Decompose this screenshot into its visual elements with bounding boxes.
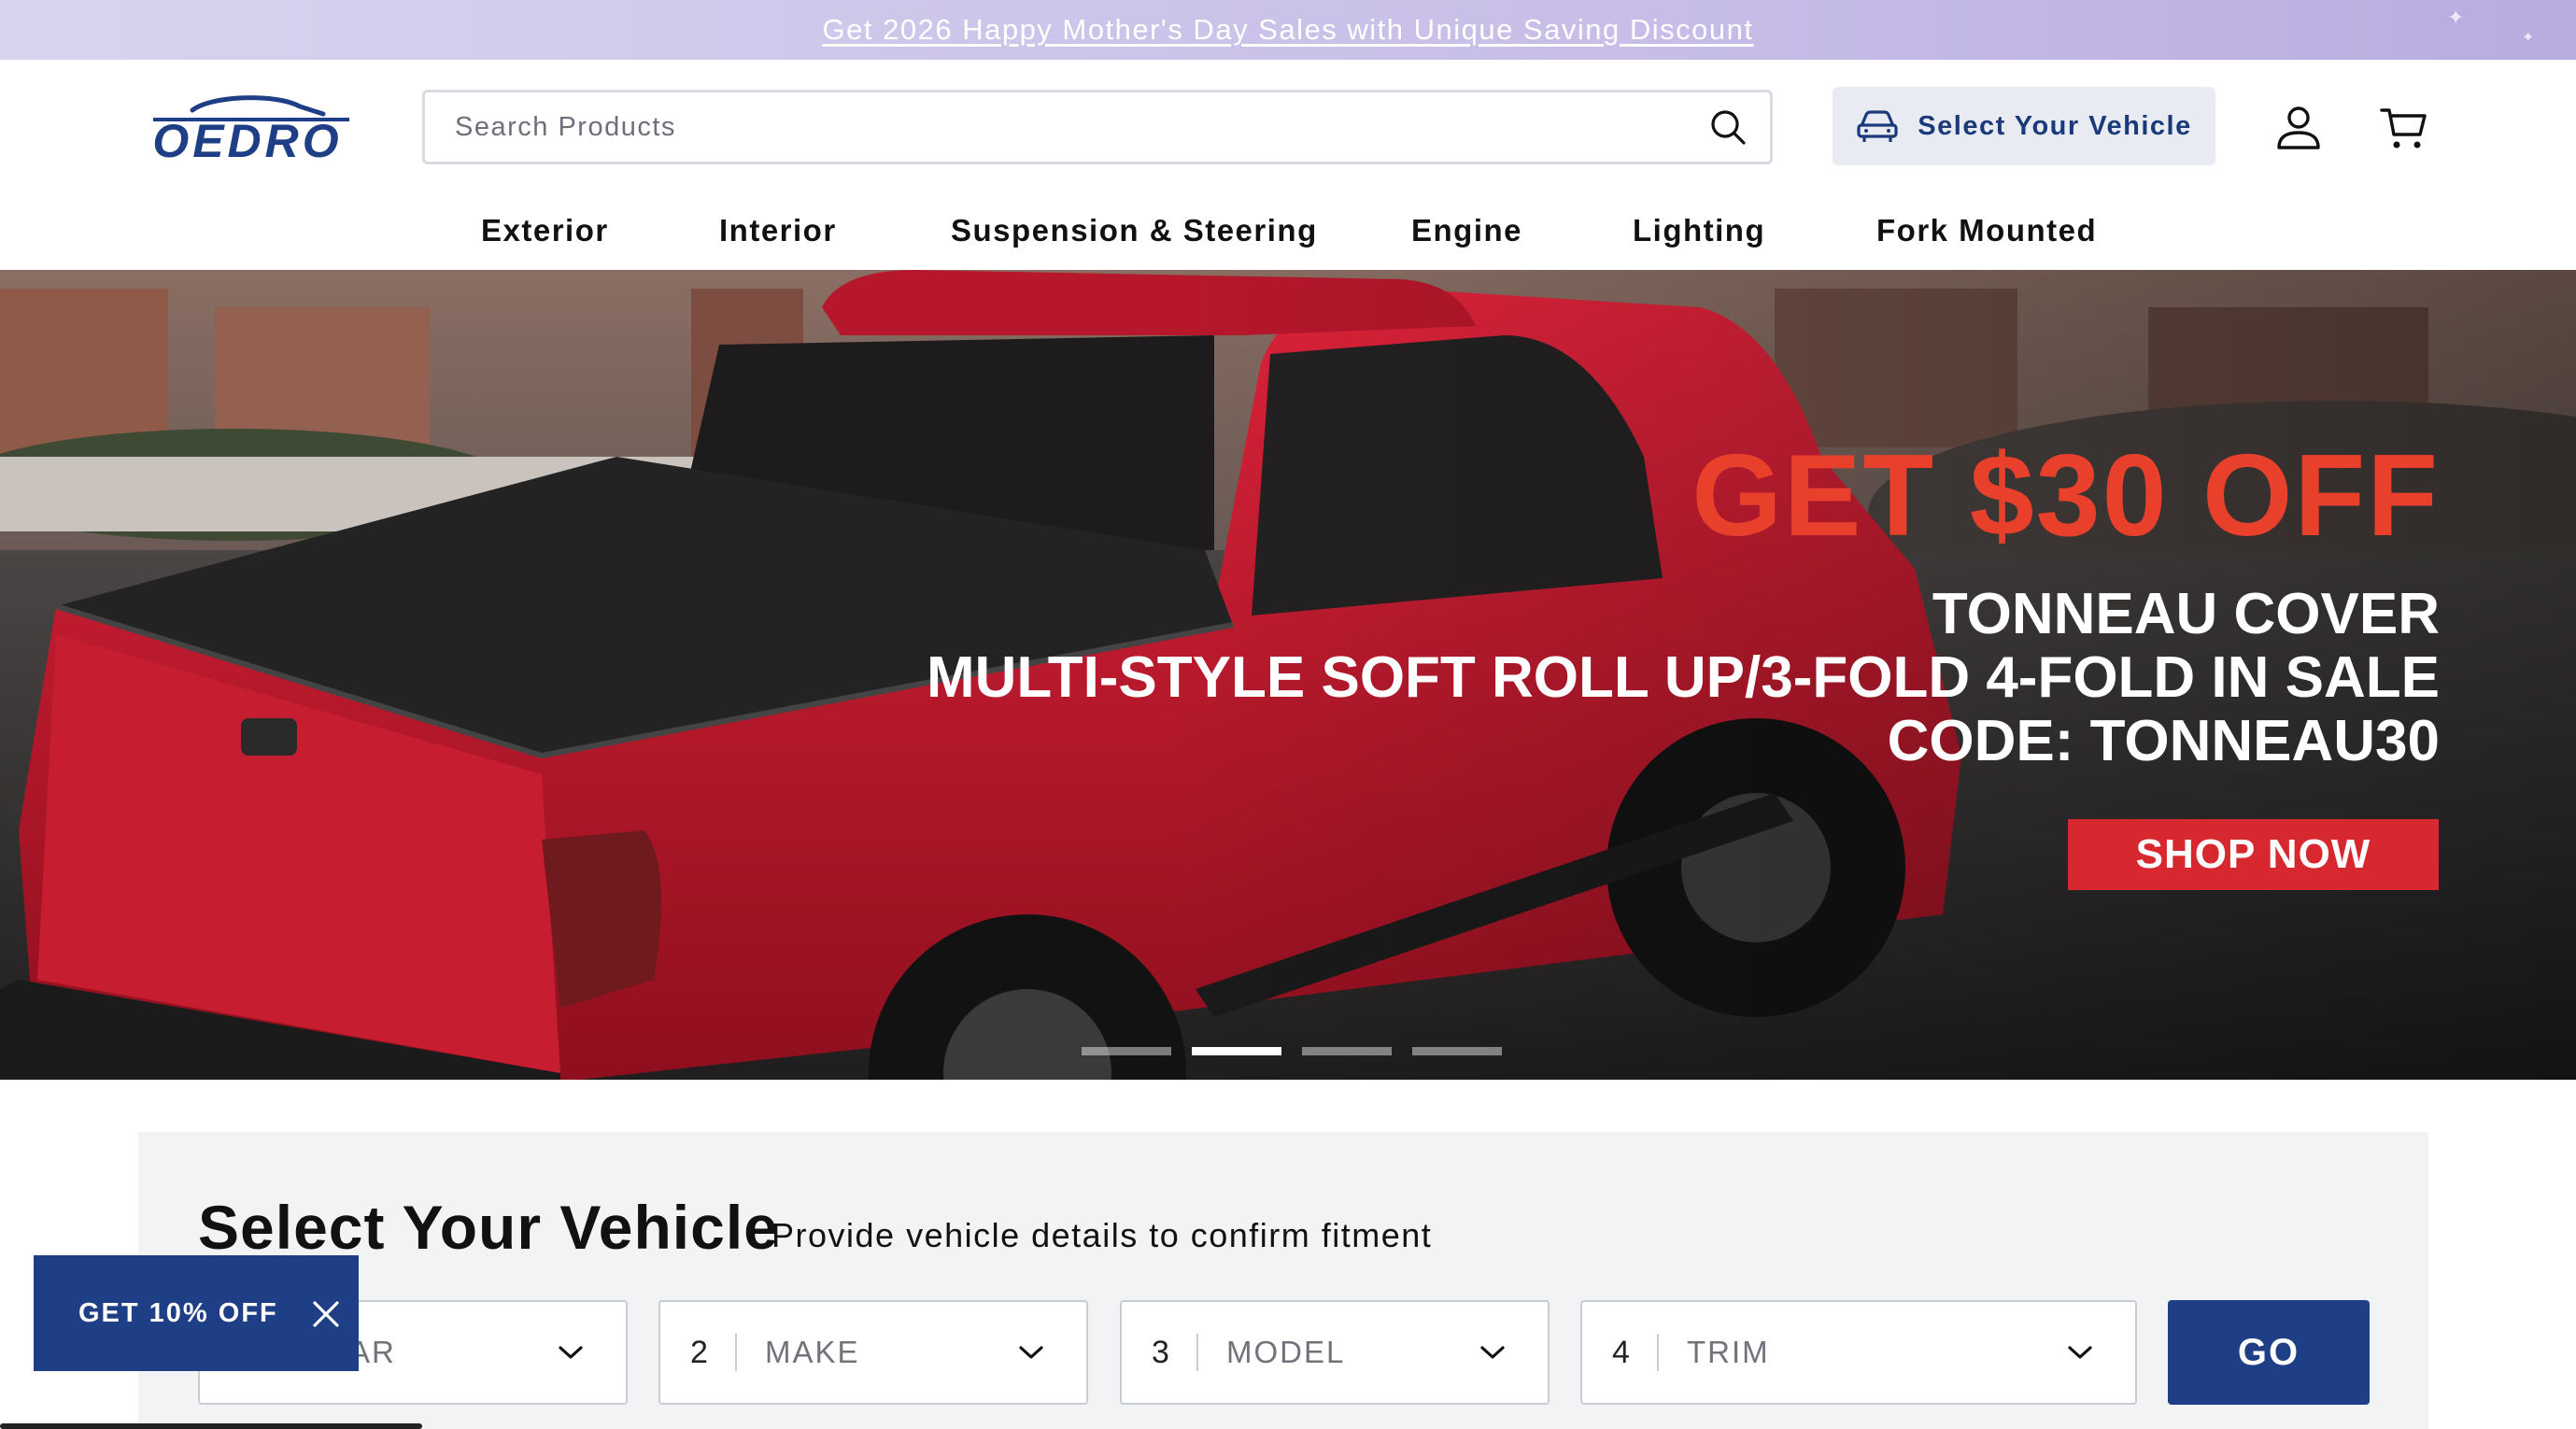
search-button[interactable]	[1686, 92, 1770, 162]
nav-item-lighting[interactable]: Lighting	[1633, 213, 1765, 248]
chevron-down-icon	[1480, 1346, 1505, 1359]
car-icon	[1857, 110, 1898, 142]
main-nav: Exterior Interior Suspension & Steering …	[0, 213, 2576, 269]
carousel-dot-2[interactable]	[1192, 1047, 1281, 1055]
hero-offer-heading: GET $30 OFF	[1691, 432, 2440, 560]
vehicle-selector-title: Select Your Vehicle	[198, 1193, 779, 1262]
nav-item-suspension-steering[interactable]: Suspension & Steering	[951, 213, 1318, 248]
hero-description-line: MULTI-STYLE SOFT ROLL UP/3-FOLD 4-FOLD I…	[927, 645, 2440, 710]
search-icon	[1711, 110, 1746, 145]
select-step-number: 4	[1612, 1334, 1630, 1370]
shop-now-button[interactable]: SHOP NOW	[2068, 819, 2439, 890]
user-icon[interactable]	[2273, 103, 2324, 153]
nav-item-interior[interactable]: Interior	[719, 213, 837, 248]
make-select-label: MAKE	[765, 1335, 860, 1369]
oedro-logo[interactable]: OEDRO	[136, 88, 359, 166]
hero-banner[interactable]: GET $30 OFF TONNEAU COVER MULTI-STYLE SO…	[0, 270, 2576, 1080]
model-select[interactable]: 3 MODEL	[1120, 1300, 1550, 1405]
nav-item-engine[interactable]: Engine	[1411, 213, 1522, 248]
nav-item-exterior[interactable]: Exterior	[481, 213, 609, 248]
divider	[735, 1334, 737, 1371]
cart-icon[interactable]	[2379, 103, 2429, 153]
sparkle-decoration: ✦	[2447, 6, 2465, 29]
scroll-indicator	[0, 1423, 422, 1429]
hero-promo-code: CODE: TONNEAU30	[1887, 709, 2440, 773]
select-vehicle-button[interactable]: Select Your Vehicle	[1833, 87, 2215, 165]
model-select-label: MODEL	[1226, 1335, 1346, 1369]
close-icon[interactable]	[310, 1298, 342, 1330]
make-select[interactable]: 2 MAKE	[658, 1300, 1088, 1405]
trim-select-label: TRIM	[1687, 1335, 1770, 1369]
announcement-link[interactable]: Get 2026 Happy Mother's Day Sales with U…	[823, 13, 1754, 47]
divider	[1657, 1334, 1659, 1371]
carousel-dot-1[interactable]	[1082, 1047, 1171, 1055]
carousel-indicators	[1082, 1047, 1502, 1055]
site-header: OEDRO Select Your Vehicle Exterior	[0, 60, 2576, 270]
select-step-number: 2	[690, 1334, 708, 1370]
trim-select[interactable]: 4 TRIM	[1580, 1300, 2137, 1405]
chevron-down-icon	[1019, 1346, 1043, 1359]
nav-item-fork-mounted[interactable]: Fork Mounted	[1876, 213, 2097, 248]
go-button[interactable]: GO	[2168, 1300, 2370, 1405]
carousel-dot-3[interactable]	[1302, 1047, 1392, 1055]
chevron-down-icon	[559, 1346, 583, 1359]
select-step-number: 3	[1152, 1334, 1169, 1370]
sparkle-decoration: ✦	[2522, 30, 2535, 46]
vehicle-selector-panel: Select Your Vehicle Provide vehicle deta…	[138, 1132, 2428, 1429]
announcement-bar: ✦ ✦ Get 2026 Happy Mother's Day Sales wi…	[0, 0, 2576, 60]
search-input[interactable]	[425, 92, 1686, 162]
discount-tab-label: GET 10% OFF	[78, 1297, 278, 1328]
chevron-down-icon	[2068, 1346, 2092, 1359]
vehicle-selector-subtitle: Provide vehicle details to confirm fitme…	[771, 1216, 1433, 1254]
search-box	[422, 90, 1773, 164]
carousel-dot-4[interactable]	[1412, 1047, 1502, 1055]
divider	[1196, 1334, 1198, 1371]
logo-text: OEDRO	[152, 115, 342, 166]
discount-popup-tab[interactable]: GET 10% OFF	[34, 1255, 359, 1371]
select-vehicle-label: Select Your Vehicle	[1918, 110, 2192, 141]
hero-product-line: TONNEAU COVER	[1932, 582, 2440, 646]
